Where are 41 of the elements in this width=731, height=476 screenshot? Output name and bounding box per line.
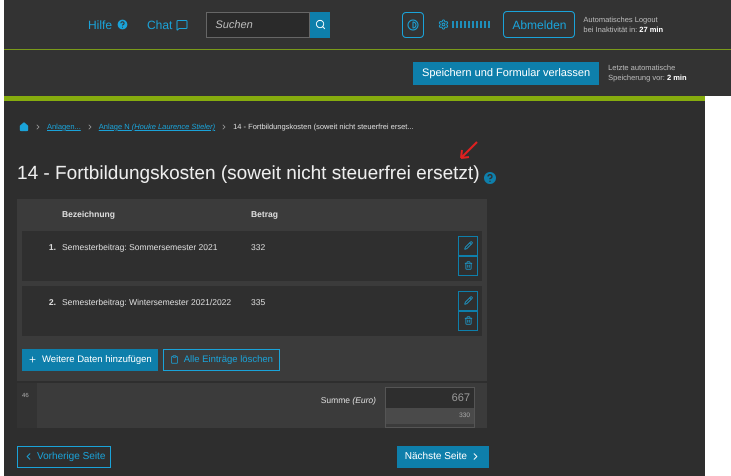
edit-button[interactable] bbox=[458, 236, 478, 256]
logout-button[interactable]: Abmelden bbox=[503, 11, 576, 38]
contrast-button[interactable] bbox=[402, 12, 424, 38]
table-cell-text: Semesterbeitrag: Wintersemester 2021/2022 bbox=[62, 296, 232, 308]
chevron-icon bbox=[34, 122, 42, 131]
trash-icon bbox=[464, 316, 472, 326]
redacted-name bbox=[452, 21, 490, 28]
row-number: 2. bbox=[48, 296, 57, 308]
next-page-button[interactable]: Nächste Seite bbox=[396, 446, 489, 468]
help-link[interactable]: Hilfe bbox=[88, 16, 130, 34]
table-cell-text: 335 bbox=[251, 296, 266, 308]
column-header: Bezeichnung bbox=[62, 208, 116, 222]
search-button[interactable] bbox=[310, 12, 330, 38]
pencil-icon bbox=[464, 241, 472, 250]
page-title: 14 - Fortbildungskosten (soweit nicht steuerfrei ersetzt) bbox=[17, 162, 480, 186]
table-cell-text: 332 bbox=[251, 240, 266, 254]
contrast-icon bbox=[407, 18, 420, 30]
save-and-exit-button[interactable]: Speichern und Formular verlassen bbox=[413, 62, 600, 84]
table-cell-text: Semesterbeitrag: Sommersemester 2021 bbox=[62, 240, 218, 254]
sum-label: Summe (Euro) bbox=[320, 394, 376, 407]
row-number: 1. bbox=[48, 240, 57, 254]
home-icon[interactable] bbox=[19, 122, 29, 132]
clipboard-icon bbox=[170, 355, 179, 364]
help-icon bbox=[116, 18, 130, 31]
search-field[interactable]: Suchen bbox=[206, 12, 310, 38]
add-data-button[interactable]: Weitere Daten hinzufügen bbox=[22, 348, 158, 371]
trash-icon bbox=[464, 261, 472, 270]
chat-link[interactable]: Chat bbox=[147, 16, 188, 34]
chat-icon bbox=[176, 18, 188, 30]
edit-button[interactable] bbox=[458, 290, 478, 311]
search-icon bbox=[314, 19, 326, 30]
settings-icon[interactable] bbox=[438, 19, 450, 30]
column-header: Betrag bbox=[251, 208, 278, 222]
help-icon[interactable] bbox=[482, 170, 498, 186]
delete-all-button[interactable]: Alle Einträge löschen bbox=[162, 348, 280, 371]
delete-button[interactable] bbox=[458, 256, 478, 276]
sum-field: 667 bbox=[386, 388, 474, 408]
previous-page-button[interactable]: Vorherige Seite bbox=[17, 446, 112, 468]
plus-icon bbox=[28, 355, 37, 364]
pencil-icon bbox=[464, 296, 472, 306]
delete-button[interactable] bbox=[458, 310, 478, 331]
